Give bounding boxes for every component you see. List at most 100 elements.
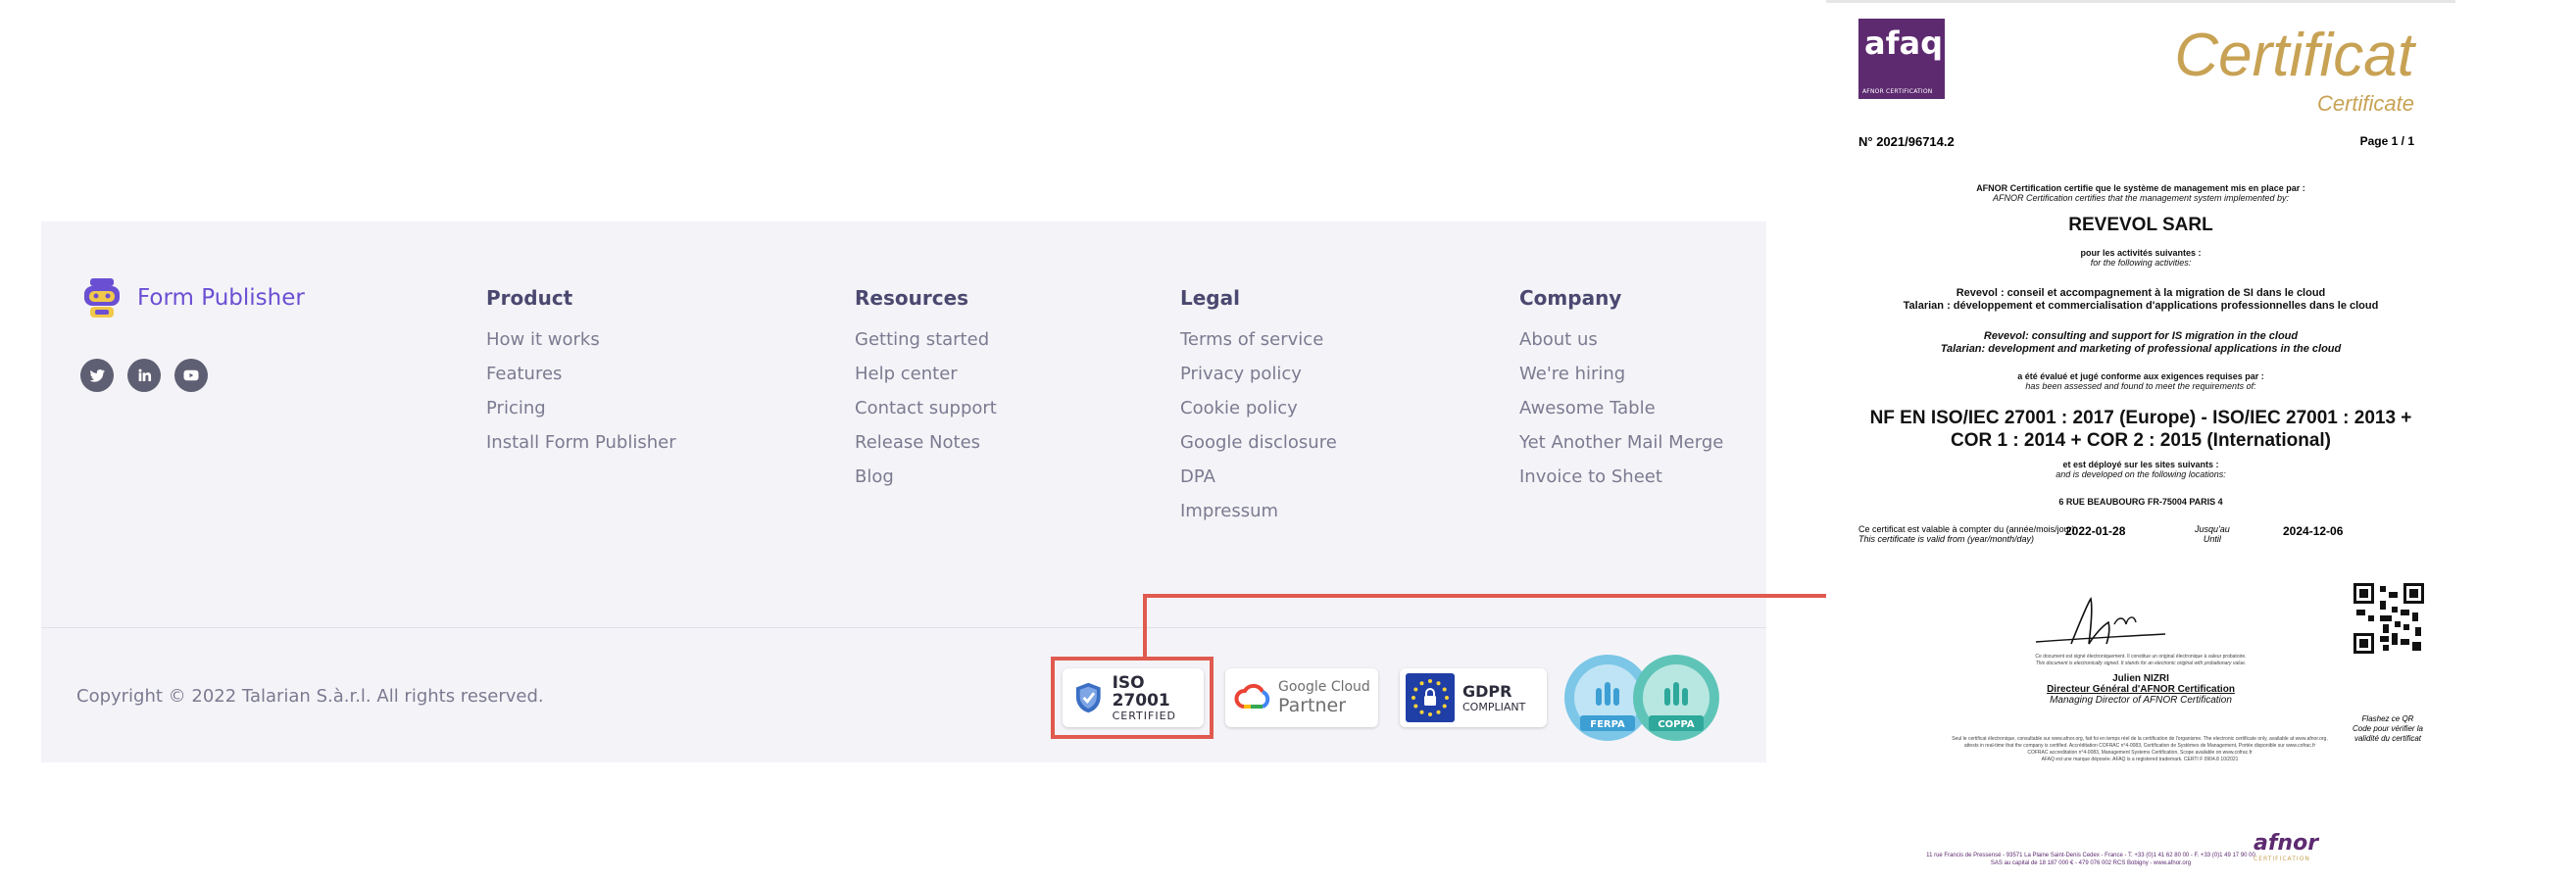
- iso-badge-line1: ISO 27001: [1112, 672, 1170, 710]
- standard-line-2: COR 1 : 2014 + COR 2 : 2015 (Internation…: [1950, 430, 2332, 451]
- certified-company: REVEVOL SARL: [2068, 215, 2213, 235]
- afnor-certificate: afaq AFNOR CERTIFICATION Certificat Cert…: [1826, 0, 2455, 882]
- intro-en: AFNOR Certification certifies that the m…: [1992, 193, 2290, 203]
- footer-link[interactable]: Blog: [855, 465, 997, 499]
- valid-from-en: This certificate is valid from (year/mon…: [1858, 534, 2035, 544]
- standard-line-1: NF EN ISO/IEC 27001 : 2017 (Europe) - IS…: [1869, 408, 2412, 428]
- signer-title-fr: Directeur Général d'AFNOR Certification: [2047, 684, 2235, 695]
- column-title: Product: [486, 286, 573, 310]
- activities-fr: pour les activités suivantes :: [2080, 248, 2202, 258]
- footer-link[interactable]: Getting started: [855, 327, 997, 362]
- brand-name: Form Publisher: [137, 285, 305, 311]
- gcp-badge-line1: Google Cloud: [1278, 679, 1370, 695]
- qr-instructions: Flashez ce QR Code pour vérifier la vali…: [2334, 714, 2442, 744]
- certificate-title: Certificat: [2174, 22, 2414, 89]
- fine-print-1: Seul le certificat électronique, consult…: [1952, 736, 2328, 742]
- column-title: Resources: [855, 286, 969, 310]
- footer-link[interactable]: Terms of service: [1180, 327, 1337, 362]
- footer-link[interactable]: We're hiring: [1519, 362, 1723, 396]
- footer-link[interactable]: DPA: [1180, 465, 1337, 499]
- footer-link[interactable]: Awesome Table: [1519, 396, 1723, 430]
- activity-fr-1: Revevol : conseil et accompagnement à la…: [1956, 287, 2326, 299]
- brand[interactable]: Form Publisher: [80, 276, 305, 319]
- robot-logo-icon: [84, 278, 120, 318]
- footer-link[interactable]: Pricing: [486, 396, 676, 430]
- certificate-subtitle: Certificate: [2316, 91, 2414, 116]
- shield-check-icon: [1075, 682, 1101, 713]
- ferpa-label: FERPA: [1590, 719, 1625, 730]
- activity-en-1: Revevol: consulting and support for IS m…: [1983, 330, 2299, 342]
- footer-link[interactable]: Yet Another Mail Merge: [1519, 430, 1723, 465]
- afaq-logo: afaq AFNOR CERTIFICATION: [1858, 19, 1945, 99]
- google-cloud-icon: [1234, 683, 1270, 709]
- fine-print-2: attests in real-time that the company is…: [1963, 743, 2316, 749]
- intro-fr: AFNOR Certification certifie que le syst…: [1976, 183, 2305, 193]
- eu-lock-icon: [1406, 673, 1455, 722]
- until-fr: Jusqu'au: [2195, 524, 2230, 534]
- qr-code-icon[interactable]: [2353, 583, 2424, 654]
- youtube-icon[interactable]: [174, 359, 208, 392]
- iso-27001-badge[interactable]: ISO 27001 CERTIFIED: [1063, 668, 1204, 727]
- deployed-en: and is developed on the following locati…: [2056, 469, 2226, 479]
- afaq-logo-text: afaq: [1864, 24, 1944, 62]
- footer-link[interactable]: Google disclosure: [1180, 430, 1337, 465]
- assessed-fr: a été évalué et jugé conforme aux exigen…: [2017, 371, 2264, 381]
- qr-instructions-line3: validité du certificat: [2353, 734, 2422, 743]
- footer-column-company: Company About us We're hiring Awesome Ta…: [1519, 286, 1723, 499]
- afnor-address: 11 rue Francis de Pressensé - 93571 La P…: [1885, 852, 2297, 867]
- coppa-seal[interactable]: COPPA: [1631, 653, 1721, 743]
- site-footer: Form Publisher Product How it works Feat…: [41, 221, 1766, 762]
- afnor-address-line2: SAS au capital de 18 187 000 € - 479 076…: [1990, 860, 2192, 866]
- valid-until-date: 2024-12-06: [2283, 524, 2344, 538]
- signer-title-en: Managing Director of AFNOR Certification: [2050, 695, 2232, 706]
- gdpr-badge-line1: GDPR: [1462, 681, 1512, 701]
- activity-en-2: Talarian: development and marketing of p…: [1940, 343, 2342, 355]
- linkedin-icon[interactable]: [127, 359, 161, 392]
- social-links: [80, 359, 208, 392]
- footer-link[interactable]: Release Notes: [855, 430, 997, 465]
- valid-from-date: 2022-01-28: [2065, 524, 2126, 538]
- deployed-fr: et est déployé sur les sites suivants :: [2062, 460, 2219, 469]
- qr-instructions-line2: Code pour vérifier la: [2352, 724, 2424, 733]
- footer-link[interactable]: Contact support: [855, 396, 997, 430]
- signer-name: Julien NIZRI: [2112, 673, 2169, 684]
- gdpr-badge[interactable]: GDPR COMPLIANT: [1400, 668, 1547, 727]
- footer-column-product: Product How it works Features Pricing In…: [486, 286, 676, 465]
- qr-instructions-line1: Flashez ce QR: [2361, 714, 2414, 723]
- footer-link[interactable]: Invoice to Sheet: [1519, 465, 1723, 499]
- assessed-en: has been assessed and found to meet the …: [2025, 381, 2256, 391]
- gdpr-badge-line2: COMPLIANT: [1462, 700, 1526, 713]
- copyright-text: Copyright © 2022 Talarian S.à.r.l. All r…: [76, 686, 544, 707]
- footer-link[interactable]: Help center: [855, 362, 997, 396]
- google-cloud-partner-badge[interactable]: Google Cloud Partner: [1225, 668, 1378, 727]
- afnor-address-line1: 11 rue Francis de Pressensé - 93571 La P…: [1926, 853, 2255, 858]
- fine-print-3: COFRAC accreditation n°4-0083, Managemen…: [2027, 750, 2253, 756]
- twitter-icon[interactable]: [80, 359, 114, 392]
- footer-link[interactable]: Features: [486, 362, 676, 396]
- footer-link[interactable]: Privacy policy: [1180, 362, 1337, 396]
- column-title: Company: [1519, 286, 1622, 310]
- site-address: 6 RUE BEAUBOURG FR-75004 PARIS 4: [2058, 497, 2223, 507]
- gcp-badge-line2: Partner: [1278, 695, 1347, 716]
- afaq-logo-sub: AFNOR CERTIFICATION: [1862, 88, 1933, 95]
- electronic-signature-en: This document is electronically signed. …: [2035, 661, 2247, 666]
- valid-from-fr: Ce certificat est valable à compter du (…: [1858, 524, 2075, 534]
- signature-image: [2035, 596, 2166, 645]
- activity-fr-2: Talarian : développement et commercialis…: [1903, 300, 2379, 312]
- footer-link[interactable]: Cookie policy: [1180, 396, 1337, 430]
- footer-divider: [41, 627, 1766, 628]
- fine-print-4: AFAQ est une marque déposée. AFAQ is a r…: [2041, 757, 2239, 762]
- column-title: Legal: [1180, 286, 1240, 310]
- certificate-number: N° 2021/96714.2: [1858, 134, 1955, 149]
- footer-link[interactable]: Install Form Publisher: [486, 430, 676, 465]
- footer-link[interactable]: How it works: [486, 327, 676, 362]
- footer-column-legal: Legal Terms of service Privacy policy Co…: [1180, 286, 1337, 533]
- until-en: Until: [2203, 534, 2221, 544]
- footer-link[interactable]: About us: [1519, 327, 1723, 362]
- iso-badge-line2: CERTIFIED: [1112, 709, 1177, 722]
- activities-en: for the following activities:: [2090, 258, 2192, 268]
- footer-link[interactable]: Impressum: [1180, 499, 1337, 533]
- coppa-label: COPPA: [1658, 719, 1695, 730]
- electronic-signature-fr: Ce document est signé électroniquement. …: [2035, 654, 2247, 660]
- certificate-page: Page 1 / 1: [2359, 134, 2414, 148]
